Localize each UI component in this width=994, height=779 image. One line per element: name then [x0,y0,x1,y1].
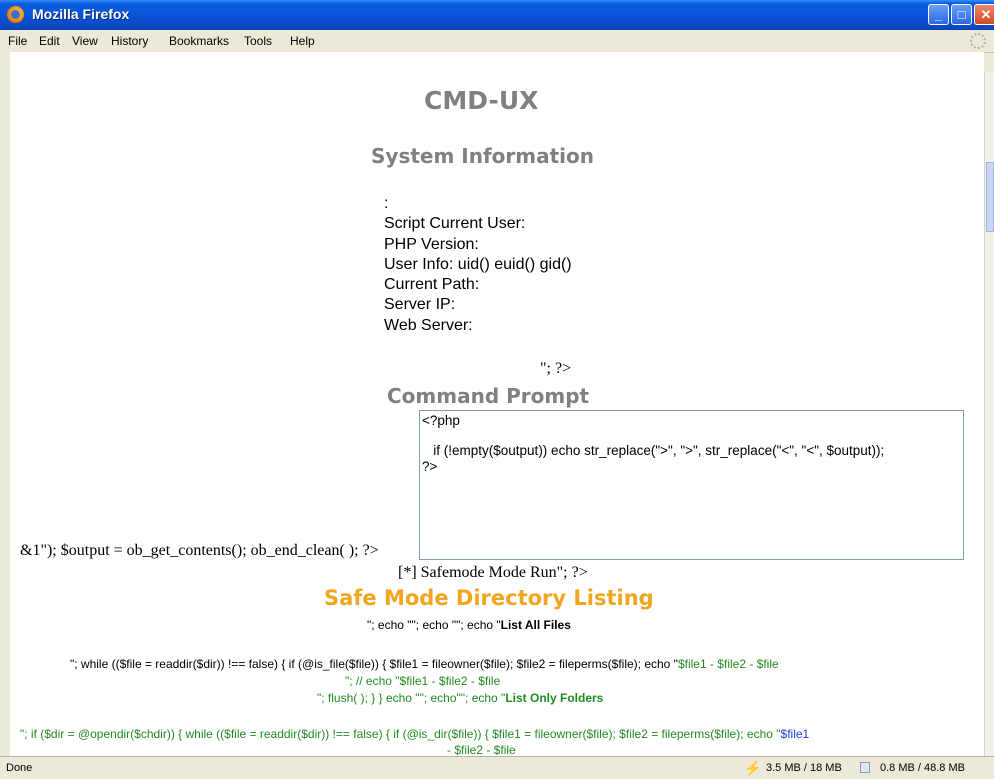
menu-bookmarks[interactable]: Bookmarks [169,34,229,48]
title-bar: Mozilla Firefox _ □ ✕ [0,0,994,30]
info-php-version: PHP Version: [384,235,479,253]
echo-end-text: "; ?> [540,360,572,377]
disk-icon [860,762,870,773]
status-bar: Done ⚡ 3.5 MB / 18 MB 0.8 MB / 48.8 MB [0,756,994,779]
info-web-server: Web Server: [384,316,473,334]
sysinfo-block: : Script Current User: PHP Version: User… [384,194,572,336]
while-readdir-line: "; while (($file = readdir($dir)) !== fa… [70,657,779,671]
menu-help[interactable]: Help [290,34,315,48]
flush-code: "; flush( ); } } echo ""; echo""; echo " [317,691,506,705]
opendir-line-partial: - $file2 - $file [447,743,516,756]
list-all-prefix: "; echo ""; echo ""; echo " [367,618,501,632]
maximize-button[interactable]: □ [951,4,972,25]
window-title: Mozilla Firefox [32,6,130,22]
list-only-folders-label: List Only Folders [505,691,604,705]
menu-edit[interactable]: Edit [39,34,60,48]
opendir-echo: $file1 [780,727,810,741]
command-textarea[interactable]: <?php if (!empty($output)) echo str_repl… [419,410,964,560]
menu-view[interactable]: View [72,34,98,48]
menu-file[interactable]: File [8,34,27,48]
page-heading: CMD-UX [424,86,539,115]
memory-usage-2: 0.8 MB / 48.8 MB [880,762,965,774]
memory-usage-1: 3.5 MB / 18 MB [766,762,842,774]
opendir-code: "; if ($dir = @opendir($chdir)) { while … [20,727,781,741]
info-server-ip: Server IP: [384,296,456,314]
command-prompt-heading: Command Prompt [387,384,590,408]
throbber-icon [970,33,986,49]
ob-get-contents-line: &1"); $output = ob_get_contents(); ob_en… [20,542,379,559]
page-content: CMD-UX System Information : Script Curre… [10,82,984,756]
while-readdir-code: "; while (($file = readdir($dir)) !== fa… [70,657,678,671]
vertical-scrollbar[interactable] [984,72,994,756]
list-all-files-label: List All Files [500,618,571,632]
flush-line: "; flush( ); } } echo ""; echo""; echo "… [317,691,603,705]
lightning-icon: ⚡ [744,760,762,776]
close-button[interactable]: ✕ [974,4,994,25]
scrollbar-thumb[interactable] [986,162,994,232]
minimize-button[interactable]: _ [928,4,949,25]
window-frame [0,52,10,756]
safe-mode-listing-heading: Safe Mode Directory Listing [324,586,654,610]
content-top [10,52,984,82]
menu-bar: File Edit View History Bookmarks Tools H… [0,30,994,53]
opendir-line: "; if ($dir = @opendir($chdir)) { while … [20,727,809,741]
info-current-path: Current Path: [384,276,480,294]
info-current-user: Script Current User: [384,215,526,233]
safemode-run-line: [*] Safemode Mode Run"; ?> [398,564,588,581]
list-all-files-line: "; echo ""; echo ""; echo "List All File… [367,618,571,632]
while-readdir-echo: $file1 - $file2 - $file [677,657,779,671]
status-text: Done [6,762,33,774]
menu-history[interactable]: History [111,34,148,48]
menu-tools[interactable]: Tools [244,34,272,48]
sysinfo-heading: System Information [371,144,594,168]
info-user-info: User Info: uid() euid() gid() [384,255,572,273]
firefox-icon [7,6,24,23]
info-colon: : [384,195,389,212]
commented-echo-line: "; // echo "$file1 - $file2 - $file [345,674,501,688]
